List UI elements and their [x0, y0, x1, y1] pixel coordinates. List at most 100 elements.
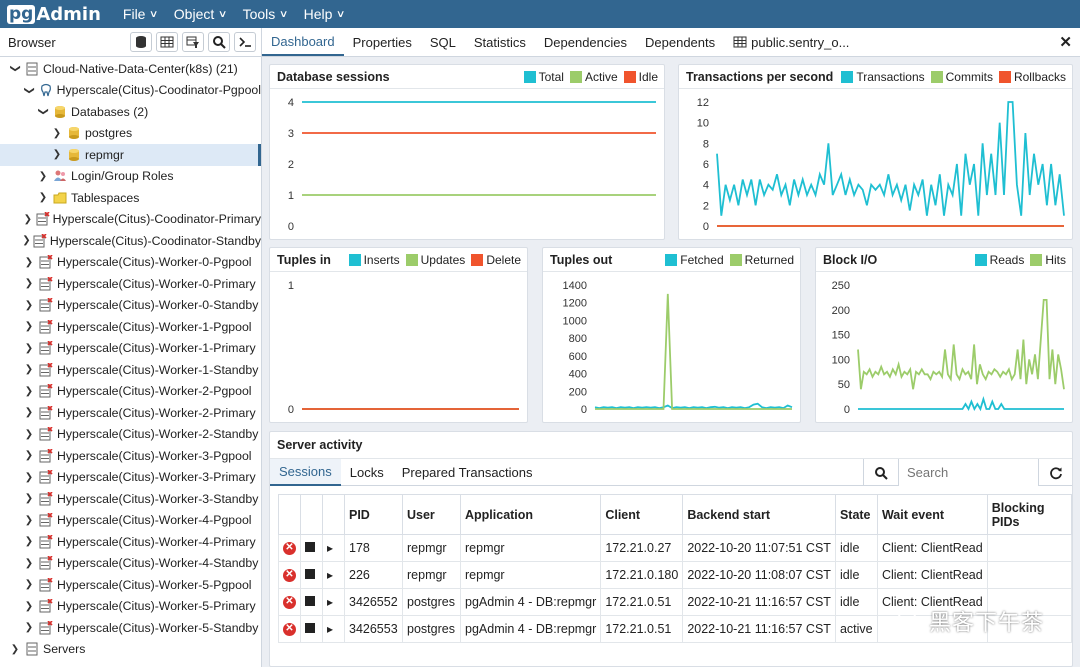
search-input[interactable]: [898, 459, 1038, 486]
query-tool-button[interactable]: [130, 32, 152, 52]
tab-statistics[interactable]: Statistics: [465, 28, 535, 56]
chevron-right-icon[interactable]: ❯: [22, 536, 36, 547]
chevron-right-icon[interactable]: ❯: [22, 364, 36, 375]
chevron-right-icon[interactable]: ❯: [36, 171, 50, 182]
terminate-session-icon[interactable]: ✕: [283, 541, 296, 555]
column-header[interactable]: State: [834, 494, 878, 535]
tree-node[interactable]: ❯ Hyperscale(Citus)-Worker-2-Pgpool: [0, 381, 261, 403]
tree-node[interactable]: ❯ postgres: [0, 123, 261, 145]
chevron-right-icon[interactable]: ❯: [36, 192, 50, 203]
tree-node[interactable]: ❯ Hyperscale(Citus)-Worker-1-Standby: [0, 359, 261, 381]
tree-node[interactable]: ❯ repmgr: [0, 144, 261, 166]
terminate-session-icon[interactable]: ✕: [283, 595, 296, 609]
chevron-right-icon[interactable]: ❯: [22, 407, 36, 418]
chevron-right-icon[interactable]: ❯: [22, 235, 31, 246]
filtered-rows-button[interactable]: [182, 32, 204, 52]
tree-node[interactable]: ❯ Hyperscale(Citus)-Worker-4-Standby: [0, 553, 261, 575]
tab-prepared-transactions[interactable]: Prepared Transactions: [393, 459, 542, 486]
chevron-right-icon[interactable]: ❯: [22, 472, 36, 483]
tab-dependents[interactable]: Dependents: [636, 28, 724, 56]
tree-node[interactable]: ❯ Login/Group Roles: [0, 166, 261, 188]
menu-object[interactable]: Object ∨: [174, 6, 228, 22]
column-header[interactable]: Backend start: [682, 494, 836, 535]
search-objects-button[interactable]: [208, 32, 230, 52]
column-header[interactable]: PID: [344, 494, 403, 535]
tree-node[interactable]: ❯ Hyperscale(Citus)-Worker-3-Standby: [0, 488, 261, 510]
chevron-right-icon[interactable]: ❯: [22, 257, 36, 268]
table-row[interactable]: ✕ ▸ 226 repmgr repmgr 172.21.0.180 2022-10-20 …: [278, 561, 1072, 589]
chevron-right-icon[interactable]: ❯: [22, 343, 36, 354]
chevron-right-icon[interactable]: ❯: [22, 386, 36, 397]
column-header[interactable]: User: [402, 494, 461, 535]
tree-node[interactable]: ❯ Tablespaces: [0, 187, 261, 209]
cancel-query-icon[interactable]: [305, 596, 315, 606]
tree-node[interactable]: ❯ Hyperscale(Citus)-Worker-5-Primary: [0, 596, 261, 618]
tree-node[interactable]: ❯ Hyperscale(Citus)-Worker-0-Pgpool: [0, 252, 261, 274]
chevron-right-icon[interactable]: ❯: [22, 321, 36, 332]
psql-tool-button[interactable]: [234, 32, 256, 52]
tree-node[interactable]: ❯ Cloud-Native-Data-Center(k8s) (21): [0, 58, 261, 80]
expand-row-icon[interactable]: ▸: [327, 568, 333, 582]
tree-node[interactable]: ❯ Hyperscale(Citus)-Worker-3-Pgpool: [0, 445, 261, 467]
chevron-right-icon[interactable]: ❯: [22, 450, 36, 461]
expand-row-icon[interactable]: ▸: [327, 541, 333, 555]
tree-node[interactable]: ❯ Hyperscale(Citus)-Worker-1-Primary: [0, 338, 261, 360]
tree-node[interactable]: ❯ Databases (2): [0, 101, 261, 123]
tree-node[interactable]: ❯ Hyperscale(Citus)-Worker-2-Standby: [0, 424, 261, 446]
menu-help[interactable]: Help ∨: [304, 6, 346, 22]
tree-node[interactable]: ❯ Hyperscale(Citus)-Worker-5-Standby: [0, 617, 261, 639]
chevron-down-icon[interactable]: ❯: [38, 105, 49, 119]
column-header[interactable]: Client: [600, 494, 684, 535]
tab-properties[interactable]: Properties: [344, 28, 421, 56]
cancel-query-icon[interactable]: [305, 569, 315, 579]
chevron-right-icon[interactable]: ❯: [22, 214, 34, 225]
column-header[interactable]: Wait event: [876, 494, 988, 535]
chevron-right-icon[interactable]: ❯: [22, 515, 36, 526]
refresh-button[interactable]: [1038, 459, 1072, 486]
tab-locks[interactable]: Locks: [341, 459, 393, 486]
expand-row-icon[interactable]: ▸: [327, 622, 333, 636]
terminate-session-icon[interactable]: ✕: [283, 568, 296, 582]
tree-node[interactable]: ❯ Hyperscale(Citus)-Worker-0-Primary: [0, 273, 261, 295]
chevron-right-icon[interactable]: ❯: [50, 128, 64, 139]
tree-node[interactable]: ❯ Hyperscale(Citus)-Worker-4-Primary: [0, 531, 261, 553]
menu-file[interactable]: File ∨: [123, 6, 159, 22]
tree-node[interactable]: ❯ Hyperscale(Citus)-Worker-1-Pgpool: [0, 316, 261, 338]
tree-node[interactable]: ❯ Hyperscale(Citus)-Worker-4-Pgpool: [0, 510, 261, 532]
chevron-right-icon[interactable]: ❯: [22, 429, 36, 440]
column-header[interactable]: [300, 494, 323, 535]
column-header[interactable]: [278, 494, 301, 535]
tree-node[interactable]: ❯ Hyperscale(Citus)-Coodinator-Primary: [0, 209, 261, 231]
tree-node[interactable]: ❯ Hyperscale(Citus)-Worker-0-Standby: [0, 295, 261, 317]
tree-node[interactable]: ❯ Hyperscale(Citus)-Worker-5-Pgpool: [0, 574, 261, 596]
tab-dependencies[interactable]: Dependencies: [535, 28, 636, 56]
close-icon[interactable]: ✕: [1059, 33, 1072, 51]
table-row[interactable]: ✕ ▸ 178 repmgr repmgr 172.21.0.27 2022-10-20 1…: [278, 534, 1072, 562]
view-data-button[interactable]: [156, 32, 178, 52]
chevron-down-icon[interactable]: ❯: [10, 62, 21, 76]
chevron-right-icon[interactable]: ❯: [22, 493, 36, 504]
column-header[interactable]: Application: [459, 494, 602, 535]
tree-node[interactable]: ❯ Hyperscale(Citus)-Worker-3-Primary: [0, 467, 261, 489]
chevron-right-icon[interactable]: ❯: [22, 601, 36, 612]
chevron-right-icon[interactable]: ❯: [22, 558, 36, 569]
tree-node[interactable]: ❯ Hyperscale(Citus)-Coodinator-Pgpool: [0, 80, 261, 102]
tree-node[interactable]: ❯ Hyperscale(Citus)-Worker-2-Primary: [0, 402, 261, 424]
chevron-right-icon[interactable]: ❯: [22, 300, 36, 311]
chevron-right-icon[interactable]: ❯: [22, 622, 36, 633]
expand-row-icon[interactable]: ▸: [327, 595, 333, 609]
chevron-right-icon[interactable]: ❯: [22, 579, 36, 590]
tab-dashboard[interactable]: Dashboard: [262, 28, 344, 56]
tree-node[interactable]: ❯ Servers: [0, 639, 261, 661]
chevron-down-icon[interactable]: ❯: [23, 83, 34, 97]
chevron-right-icon[interactable]: ❯: [50, 149, 64, 160]
chevron-right-icon[interactable]: ❯: [8, 644, 22, 655]
cancel-query-icon[interactable]: [305, 542, 315, 552]
column-header[interactable]: Blocking PIDs: [986, 494, 1072, 535]
cancel-query-icon[interactable]: [305, 623, 315, 633]
chevron-right-icon[interactable]: ❯: [22, 278, 36, 289]
column-header[interactable]: [322, 494, 345, 535]
tab-sessions[interactable]: Sessions: [270, 458, 341, 486]
menu-tools[interactable]: Tools ∨: [243, 6, 289, 22]
terminate-session-icon[interactable]: ✕: [283, 622, 296, 636]
